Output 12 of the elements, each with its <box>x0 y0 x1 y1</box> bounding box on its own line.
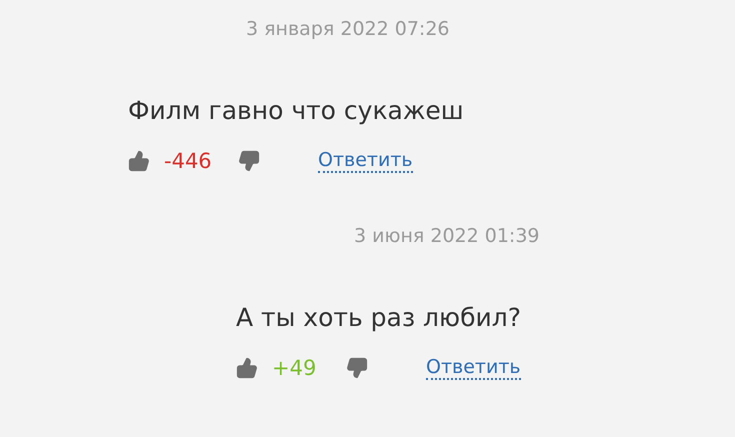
comment-date: 3 июня 2022 01:39 <box>354 225 540 247</box>
comment-text: А ты хоть раз любил? <box>236 303 521 332</box>
vote-score: -446 <box>163 149 213 173</box>
comment-date: 3 января 2022 07:26 <box>246 18 450 40</box>
comment-text: Филм гавно что сукажеш <box>128 96 464 125</box>
thumbs-down-icon[interactable] <box>346 357 368 379</box>
thumbs-up-icon[interactable] <box>128 150 150 172</box>
reply-link[interactable]: Ответить <box>318 149 413 173</box>
thumbs-down-icon[interactable] <box>238 150 260 172</box>
vote-score: +49 <box>271 356 318 380</box>
reply-link[interactable]: Ответить <box>426 356 521 380</box>
thumbs-up-icon[interactable] <box>236 357 258 379</box>
